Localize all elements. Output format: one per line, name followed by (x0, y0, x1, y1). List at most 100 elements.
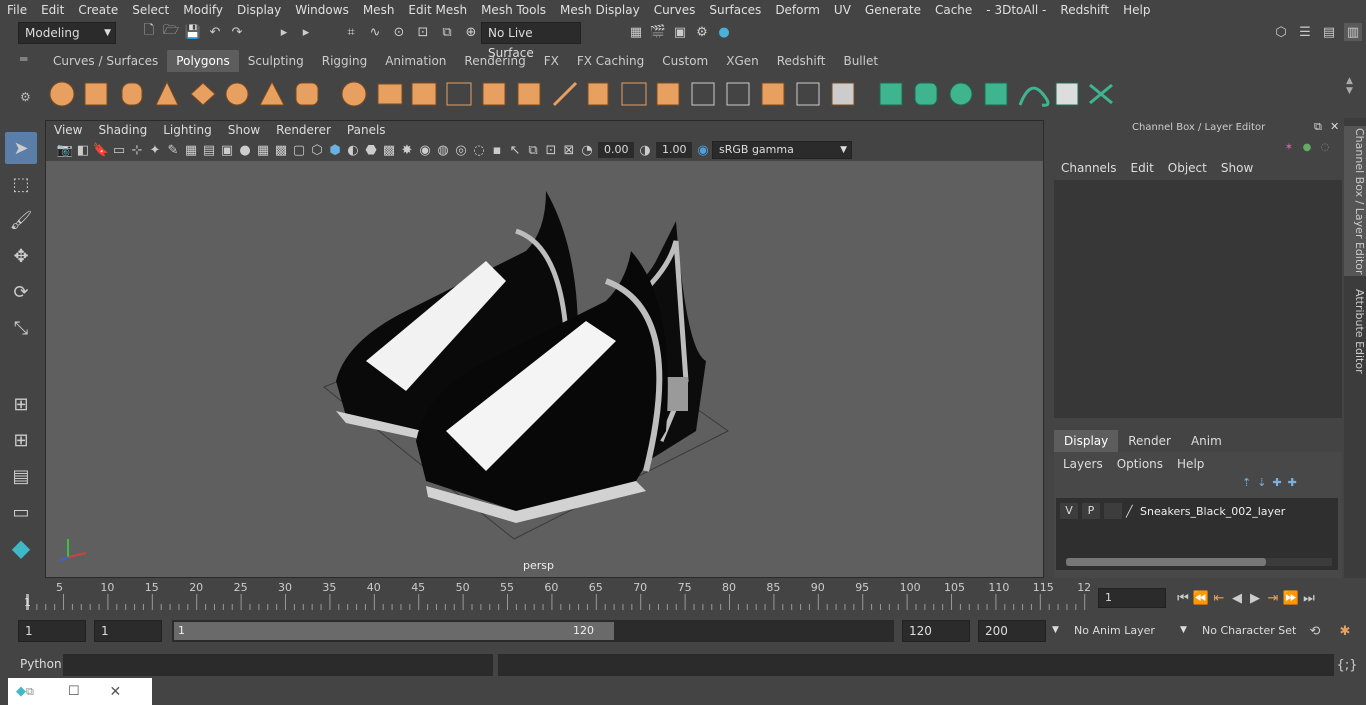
four-layout-icon[interactable]: ⊞ (5, 424, 37, 456)
modeling-toolkit-icon[interactable]: ⬡ (1272, 23, 1290, 41)
maya-app-icon[interactable]: ◆ (16, 684, 26, 699)
xray-joint-icon[interactable]: ◐ (344, 141, 362, 159)
cb-menu-channels[interactable]: Channels (1054, 160, 1124, 176)
color-space-dropdown[interactable]: sRGB gamma ▼ (712, 141, 852, 159)
motion-blur-icon[interactable]: ✸ (398, 141, 416, 159)
menu-uv[interactable]: UV (827, 0, 858, 20)
command-input[interactable] (63, 654, 493, 676)
channel-list-area[interactable] (1054, 180, 1342, 418)
animation-start-field[interactable]: 1 (18, 620, 86, 642)
vp-menu-show[interactable]: Show (220, 121, 268, 139)
render-settings-icon[interactable]: ⚙ (693, 23, 711, 41)
snap-grid-icon[interactable]: ⌗ (342, 23, 360, 41)
new-scene-icon[interactable]: 🗋 (140, 23, 158, 41)
auto-key-icon[interactable]: ⟲ (1306, 622, 1324, 640)
select-object-icon[interactable]: ▸ (297, 23, 315, 41)
gate-mask-icon[interactable]: ◌ (470, 141, 488, 159)
redo-icon[interactable]: ↷ (228, 23, 246, 41)
select-hierarchy-icon[interactable]: ▸ (275, 23, 293, 41)
undo-icon[interactable]: ↶ (206, 23, 224, 41)
layer-menu-layers[interactable]: Layers (1056, 456, 1110, 472)
dof-icon[interactable]: ◍ (434, 141, 452, 159)
menu-cache[interactable]: Cache (928, 0, 979, 20)
maximize-icon[interactable]: ☐ (68, 684, 80, 699)
shelf-tab-rigging[interactable]: Rigging (313, 50, 376, 72)
safe-action-icon[interactable]: ⊠ (560, 141, 578, 159)
character-set-dropdown[interactable]: ▼ No Character Set (1180, 620, 1300, 642)
workspace-dropdown[interactable]: Modeling ▼ (18, 22, 116, 44)
layer-name[interactable]: Sneakers_Black_002_layer (1140, 505, 1285, 518)
shelf-tab-xgen[interactable]: XGen (717, 50, 768, 72)
smooth-shade-icon[interactable]: ▤ (200, 141, 218, 159)
shelf-tab-curves-surfaces[interactable]: Curves / Surfaces (44, 50, 167, 72)
side-tab-attribute-editor[interactable]: Attribute Editor (1344, 286, 1366, 376)
vp-menu-shading[interactable]: Shading (90, 121, 155, 139)
graph-layout-icon[interactable]: ▭ (5, 496, 37, 528)
step-back-key-icon[interactable]: ⇤ (1210, 589, 1228, 607)
cb-menu-show[interactable]: Show (1214, 160, 1260, 176)
frame-all-icon[interactable]: ⧉ (524, 141, 542, 159)
outliner-layout-icon[interactable]: ▤ (5, 460, 37, 492)
show-manipulator-icon[interactable]: ✶ (1282, 140, 1296, 154)
step-back-icon[interactable]: ⏪ (1192, 589, 1210, 607)
anim-layer-dropdown[interactable]: ▼ No Anim Layer (1052, 620, 1176, 642)
vp-menu-lighting[interactable]: Lighting (155, 121, 220, 139)
isolate-icon[interactable]: ⬡ (308, 141, 326, 159)
ao-icon[interactable]: ▩ (380, 141, 398, 159)
shaded-icon[interactable]: ● (236, 141, 254, 159)
layer-playback-toggle[interactable]: P (1082, 503, 1100, 519)
script-editor-icon[interactable]: {;} (1337, 656, 1358, 674)
move-tool-icon[interactable]: ✥ (5, 240, 37, 272)
cb-menu-edit[interactable]: Edit (1124, 160, 1161, 176)
snap-curve-icon[interactable]: ∿ (366, 23, 384, 41)
menu-edit[interactable]: Edit (34, 0, 71, 20)
side-tab-channel-box[interactable]: Channel Box / Layer Editor (1344, 126, 1366, 276)
single-layout-icon[interactable]: ⊞ (5, 388, 37, 420)
new-layer-selected-icon[interactable]: ✚ (1288, 476, 1297, 489)
layer-display-type[interactable] (1104, 503, 1122, 519)
snap-surface-icon[interactable]: ⧉ (438, 23, 456, 41)
resolution-gate-icon[interactable]: ▣ (218, 141, 236, 159)
menu-generate[interactable]: Generate (858, 0, 928, 20)
layer-menu-options[interactable]: Options (1110, 456, 1170, 472)
menu-modify[interactable]: Modify (176, 0, 230, 20)
xray-active-icon[interactable]: ⬣ (362, 141, 380, 159)
shadows-icon[interactable]: ▢ (290, 141, 308, 159)
keyed-icon[interactable]: ● (1300, 140, 1314, 154)
layer-row[interactable]: V P ╱ Sneakers_Black_002_layer (1060, 502, 1336, 520)
float-panel-icon[interactable]: ⧉ (1314, 120, 1322, 134)
menu-file[interactable]: File (0, 0, 34, 20)
lights-icon[interactable]: ▩ (272, 141, 290, 159)
shelf-tab-rendering[interactable]: Rendering (455, 50, 534, 72)
cb-menu-object[interactable]: Object (1161, 160, 1214, 176)
save-scene-icon[interactable]: 💾 (184, 23, 202, 41)
gamma-field[interactable]: 1.00 (656, 142, 692, 158)
vp-menu-panels[interactable]: Panels (339, 121, 394, 139)
anim-prefs-icon[interactable]: ✱ (1336, 622, 1354, 640)
vp-menu-view[interactable]: View (46, 121, 90, 139)
select-tool-icon[interactable]: ➤ (5, 132, 37, 164)
exposure-icon[interactable]: ◔ (578, 141, 596, 159)
make-live-icon[interactable]: ⊕ (462, 23, 480, 41)
go-to-start-icon[interactable]: ⏮ (1174, 589, 1192, 607)
menu-select[interactable]: Select (125, 0, 176, 20)
step-forward-icon[interactable]: ⏩ (1282, 589, 1300, 607)
select-camera-icon[interactable]: ↖ (506, 141, 524, 159)
render-frame-icon[interactable]: 🎬 (649, 23, 667, 41)
ipr-render-icon[interactable]: ▣ (671, 23, 689, 41)
bookmark-icon[interactable]: 🔖 (92, 141, 110, 159)
hypershade-icon[interactable]: ● (715, 23, 733, 41)
cmd-language-label[interactable]: Python (20, 657, 62, 671)
viewport-canvas[interactable]: persp (46, 161, 1043, 577)
shelf-tab-fx-caching[interactable]: FX Caching (568, 50, 653, 72)
image-plane-icon[interactable]: ▭ (110, 141, 128, 159)
play-forward-icon[interactable]: ▶ (1246, 589, 1264, 607)
menu-create[interactable]: Create (71, 0, 125, 20)
grease-pencil-icon[interactable]: ✎ (164, 141, 182, 159)
frame-selected-icon[interactable]: ⊡ (542, 141, 560, 159)
menu-windows[interactable]: Windows (288, 0, 356, 20)
new-layer-icon[interactable]: ✚ (1272, 476, 1281, 489)
hud-icon[interactable]: ◎ (452, 141, 470, 159)
shelf-tab-sculpting[interactable]: Sculpting (239, 50, 313, 72)
shelf-tab-fx[interactable]: FX (535, 50, 568, 72)
